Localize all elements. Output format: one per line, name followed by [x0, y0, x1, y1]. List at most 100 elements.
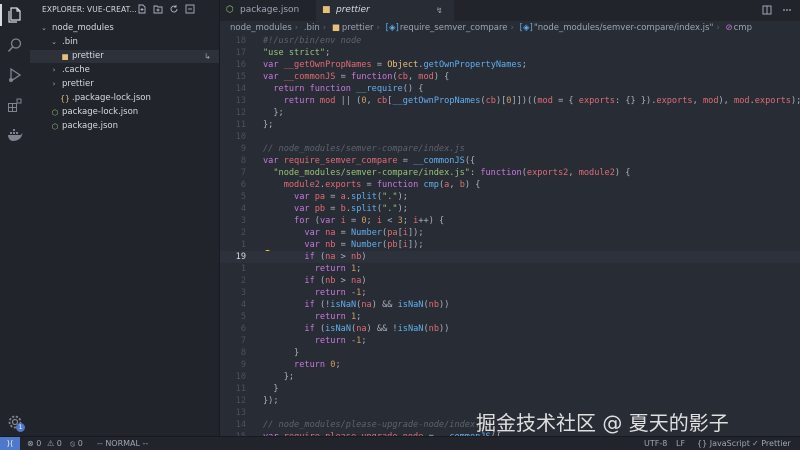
- tab-package-json[interactable]: ⬡ package.json: [220, 0, 316, 21]
- tree-item[interactable]: ⬡ package.json: [30, 120, 219, 133]
- more-actions-icon[interactable]: [782, 5, 792, 15]
- code-line[interactable]: 4 var pb = b.split(".");: [220, 203, 800, 215]
- code-line[interactable]: 11 }: [220, 383, 800, 395]
- docker-icon[interactable]: [7, 127, 23, 143]
- chevron-right-icon[interactable]: ›: [50, 64, 58, 77]
- code-line[interactable]: 3 for (var i = 0; i < 3; i++) {: [220, 215, 800, 227]
- code-line[interactable]: 14 return function __require() {: [220, 83, 800, 95]
- code-token: :: [469, 168, 481, 178]
- code-token: ,: [407, 72, 419, 82]
- code-line[interactable]: 3 return -1;: [220, 287, 800, 299]
- tree-item[interactable]: ⌄ .bin: [30, 36, 219, 49]
- code-line[interactable]: 15 var __commonJS = function(cb, mod) {: [220, 71, 800, 83]
- code-line[interactable]: 6 if (isNaN(na) && !isNaN(nb)): [220, 323, 800, 335]
- code-line[interactable]: 13 return mod || (0, cb[__getOwnPropName…: [220, 95, 800, 107]
- remote-indicator-icon[interactable]: ⟩⟨: [0, 437, 20, 450]
- explorer-sidebar: EXPLORER: VUE-CREAT... ⌄ node_modules ⌄ .bi…: [30, 0, 220, 436]
- breadcrumb-item[interactable]: .bin: [304, 23, 320, 33]
- line-code: var na = Number(pa[i]);: [263, 227, 423, 239]
- code-line[interactable]: 10 };: [220, 371, 800, 383]
- code-line[interactable]: 12});: [220, 395, 800, 407]
- code-line[interactable]: 2 if (nb > na): [220, 275, 800, 287]
- pin-icon[interactable]: ↯: [436, 0, 443, 21]
- breadcrumb-item[interactable]: "node_modules/semver-compare/index.js": [534, 23, 714, 33]
- language-status[interactable]: {} JavaScript: [697, 437, 750, 450]
- tree-item[interactable]: {} .package-lock.json: [30, 92, 219, 105]
- breadcrumb-item[interactable]: prettier: [342, 23, 374, 33]
- files-icon[interactable]: [7, 7, 23, 23]
- code-line[interactable]: 6 module2.exports = function cmp(a, b) {: [220, 179, 800, 191]
- tree-item[interactable]: ⌄ node_modules: [30, 22, 219, 35]
- tree-item-label: .package-lock.json: [72, 93, 151, 103]
- errors-status[interactable]: ⊗ 0: [27, 437, 41, 450]
- line-code: };: [263, 119, 273, 131]
- run-debug-icon[interactable]: [7, 67, 23, 83]
- code-line[interactable]: 17 "use strict";: [220, 47, 800, 59]
- new-folder-icon[interactable]: [153, 4, 163, 14]
- explorer-actions: [137, 4, 195, 14]
- code-line[interactable]: 4 if (!isNaN(na) && isNaN(nb)): [220, 299, 800, 311]
- eol-status[interactable]: LF: [676, 437, 685, 450]
- code-line[interactable]: 9 // node_modules/semver-compare/index.js: [220, 143, 800, 155]
- breadcrumb-item[interactable]: require_semver_compare: [400, 23, 508, 33]
- code-line[interactable]: 8 var require_semver_compare = __commonJS…: [220, 155, 800, 167]
- extensions-icon[interactable]: [7, 97, 23, 113]
- tree-item[interactable]: › prettier: [30, 78, 219, 91]
- encoding-status[interactable]: UTF-8: [644, 437, 667, 450]
- code-line[interactable]: 5 return 1;: [220, 311, 800, 323]
- code-line[interactable]: 1 return 1;: [220, 263, 800, 275]
- line-number: 14: [235, 84, 246, 94]
- breadcrumb-item[interactable]: node_modules: [230, 23, 292, 33]
- tree-item-label: node_modules: [52, 23, 114, 33]
- code-line[interactable]: 9 return 0;: [220, 359, 800, 371]
- code-line[interactable]: 12 };: [220, 107, 800, 119]
- code-token: #!/usr/bin/env node: [263, 36, 362, 46]
- line-number: 1: [240, 240, 246, 250]
- tree-item[interactable]: › .cache: [30, 64, 219, 77]
- code-line[interactable]: 8 }: [220, 347, 800, 359]
- line-number: 7: [240, 168, 246, 178]
- editor-actions: [762, 5, 792, 15]
- code-line[interactable]: 7 "node_modules/semver-compare/index.js"…: [220, 167, 800, 179]
- search-icon[interactable]: [7, 37, 23, 53]
- prettier-status[interactable]: ✓ Prettier: [752, 437, 791, 450]
- code-token: ]])((: [511, 96, 538, 106]
- warnings-status[interactable]: ⚠ 0: [47, 437, 62, 450]
- chevron-down-icon[interactable]: ⌄: [50, 36, 58, 49]
- line-code: if (isNaN(na) && !isNaN(nb)): [263, 323, 449, 335]
- ports-status[interactable]: ⦸ 0: [70, 437, 83, 450]
- code-token: ),: [718, 96, 735, 106]
- code-editor[interactable]: 💡 18#!/usr/bin/env node17"use strict";16…: [220, 35, 800, 436]
- code-token: =: [371, 60, 388, 70]
- code-line[interactable]: 5 var pa = a.split(".");: [220, 191, 800, 203]
- code-line[interactable]: 1 var nb = Number(pb[i]);: [220, 239, 800, 251]
- code-line[interactable]: 2 var na = Number(pa[i]);: [220, 227, 800, 239]
- code-token: isNaN: [397, 300, 424, 310]
- code-line[interactable]: 10: [220, 131, 800, 143]
- code-line[interactable]: 16 var __getOwnPropNames = Object.getOwnP…: [220, 59, 800, 71]
- code-line[interactable]: 19 if (na > nb): [220, 251, 800, 263]
- code-token: = {: [552, 96, 579, 106]
- chevron-down-icon[interactable]: ⌄: [40, 22, 48, 35]
- code-line[interactable]: 18 #!/usr/bin/env node: [220, 35, 800, 47]
- collapse-all-icon[interactable]: [185, 4, 195, 14]
- line-number: 16: [235, 60, 246, 70]
- tree-item[interactable]: ⬡ package-lock.json: [30, 106, 219, 119]
- code-token: <: [382, 216, 398, 226]
- new-file-icon[interactable]: [137, 4, 147, 14]
- breadcrumb-item[interactable]: cmp: [734, 23, 752, 33]
- code-token: var: [263, 156, 284, 166]
- chevron-right-icon[interactable]: ›: [50, 78, 58, 91]
- code-token: nb: [351, 252, 362, 262]
- tab-prettier[interactable]: ■ prettier ↯: [316, 0, 454, 21]
- code-token: return: [294, 360, 331, 370]
- code-line[interactable]: 11};: [220, 119, 800, 131]
- code-token: na: [356, 324, 367, 334]
- tree-item[interactable]: ■ prettier ↳: [30, 50, 219, 63]
- code-line[interactable]: 7 return -1;: [220, 335, 800, 347]
- refresh-icon[interactable]: [169, 4, 179, 14]
- line-number: 13: [235, 408, 246, 418]
- line-code: return function __require() {: [263, 83, 423, 95]
- split-editor-icon[interactable]: [762, 5, 772, 15]
